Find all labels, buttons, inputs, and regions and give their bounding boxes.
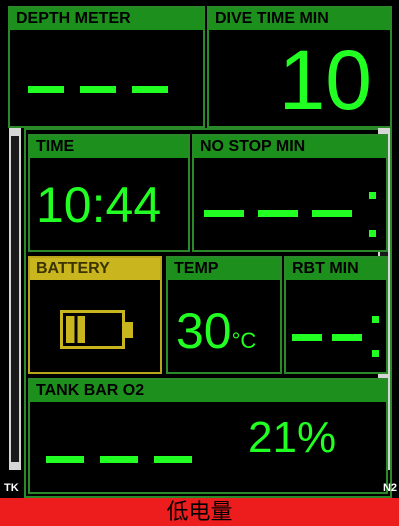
- low-battery-alert: 低电量: [0, 498, 399, 526]
- temp-number: 30: [176, 303, 232, 359]
- battery-panel: BATTERY: [28, 256, 162, 374]
- tank-header: TANK BAR O2: [30, 380, 386, 402]
- temp-panel: TEMP 30°C: [166, 256, 282, 374]
- rbt-panel: RBT MIN: [284, 256, 388, 374]
- battery-header: BATTERY: [30, 258, 160, 280]
- time-value: 10:44: [36, 177, 162, 233]
- depth-panel: DEPTH METER: [8, 6, 205, 128]
- temp-unit: °C: [231, 328, 257, 353]
- dive-time-panel: DIVE TIME MIN 10: [207, 6, 392, 128]
- time-header: TIME: [30, 136, 188, 158]
- rbt-header: RBT MIN: [286, 258, 386, 280]
- depth-header: DEPTH METER: [10, 8, 203, 30]
- o2-value: 21%: [248, 413, 337, 462]
- no-stop-panel: NO STOP MIN: [192, 134, 388, 252]
- time-panel: TIME 10:44: [28, 134, 190, 252]
- left-scrollbar[interactable]: [9, 128, 21, 470]
- left-scrollbar-thumb[interactable]: [11, 136, 19, 462]
- left-side-label: TK: [4, 482, 19, 494]
- no-stop-header: NO STOP MIN: [194, 136, 386, 158]
- dive-time-header: DIVE TIME MIN: [209, 8, 390, 30]
- right-side-label: N2: [382, 482, 397, 494]
- temp-value: 30°C: [176, 306, 256, 356]
- dive-time-value: 10: [278, 33, 372, 127]
- battery-icon: [60, 310, 140, 355]
- tank-panel: TANK BAR O2 21%: [28, 378, 388, 494]
- temp-header: TEMP: [168, 258, 280, 280]
